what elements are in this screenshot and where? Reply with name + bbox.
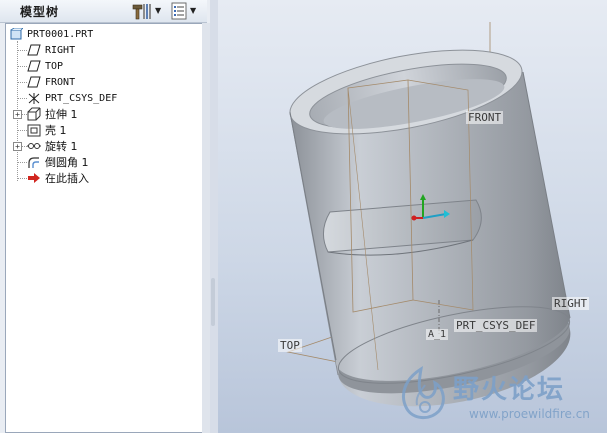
show-list-icon — [171, 2, 187, 19]
part-icon — [8, 27, 24, 41]
coordinate-system-icon — [26, 91, 42, 105]
expand-toggle[interactable]: + — [13, 110, 22, 119]
label-right-plane: RIGHT — [552, 297, 590, 310]
model-tree-header: 模型树 ▼ ▼ — [0, 0, 207, 23]
tree-node-root[interactable]: PRT0001.PRT — [8, 26, 93, 42]
watermark-title: 野火论坛 — [453, 375, 566, 405]
chevron-down-icon: ▼ — [155, 6, 162, 15]
watermark-url: www.proewildfire.cn — [469, 407, 590, 421]
show-button[interactable]: ▼ — [171, 1, 196, 20]
label-top-plane: TOP — [278, 339, 302, 352]
panel-splitter[interactable] — [202, 23, 210, 433]
datum-plane-icon — [26, 75, 42, 89]
model-tree: PRT0001.PRT RIGHT TOP FRONT PRT_CSYS_DEF… — [5, 23, 204, 433]
model-tree-panel: 模型树 ▼ ▼ PRT0001.PRT RIGHT TOP FRONT PRT_… — [0, 0, 210, 433]
tree-node-insert-here[interactable]: 在此插入 — [26, 170, 89, 186]
label-axis-a1: A_1 — [426, 329, 449, 340]
settings-hammer-icon — [132, 3, 151, 19]
label-csys: PRT_CSYS_DEF — [454, 319, 538, 332]
datum-plane-icon — [26, 43, 42, 57]
datum-plane-icon — [26, 59, 42, 73]
chevron-down-icon: ▼ — [190, 6, 197, 15]
tree-node-revolve[interactable]: 旋转 1 — [26, 138, 78, 154]
splitter-grip[interactable] — [211, 278, 215, 326]
tree-node-csys[interactable]: PRT_CSYS_DEF — [26, 90, 117, 106]
shell-icon — [26, 123, 42, 137]
flame-logo-icon — [402, 365, 445, 419]
tree-node-top[interactable]: TOP — [26, 58, 63, 74]
insert-here-arrow-icon — [26, 171, 42, 185]
tree-node-round[interactable]: 倒圆角 1 — [26, 154, 89, 170]
watermark: 野火论坛 www.proewildfire.cn — [395, 365, 603, 429]
extrude-icon — [26, 107, 42, 121]
round-icon — [26, 155, 42, 169]
tree-node-extrude[interactable]: 拉伸 1 — [26, 106, 78, 122]
tree-node-right[interactable]: RIGHT — [26, 42, 75, 58]
expand-toggle[interactable]: + — [13, 142, 22, 151]
model-tree-title: 模型树 — [20, 5, 60, 19]
revolve-icon — [26, 139, 42, 153]
tree-node-front[interactable]: FRONT — [26, 74, 75, 90]
tree-node-shell[interactable]: 壳 1 — [26, 122, 67, 138]
label-front-plane: FRONT — [466, 111, 504, 124]
settings-button[interactable]: ▼ — [131, 1, 161, 20]
